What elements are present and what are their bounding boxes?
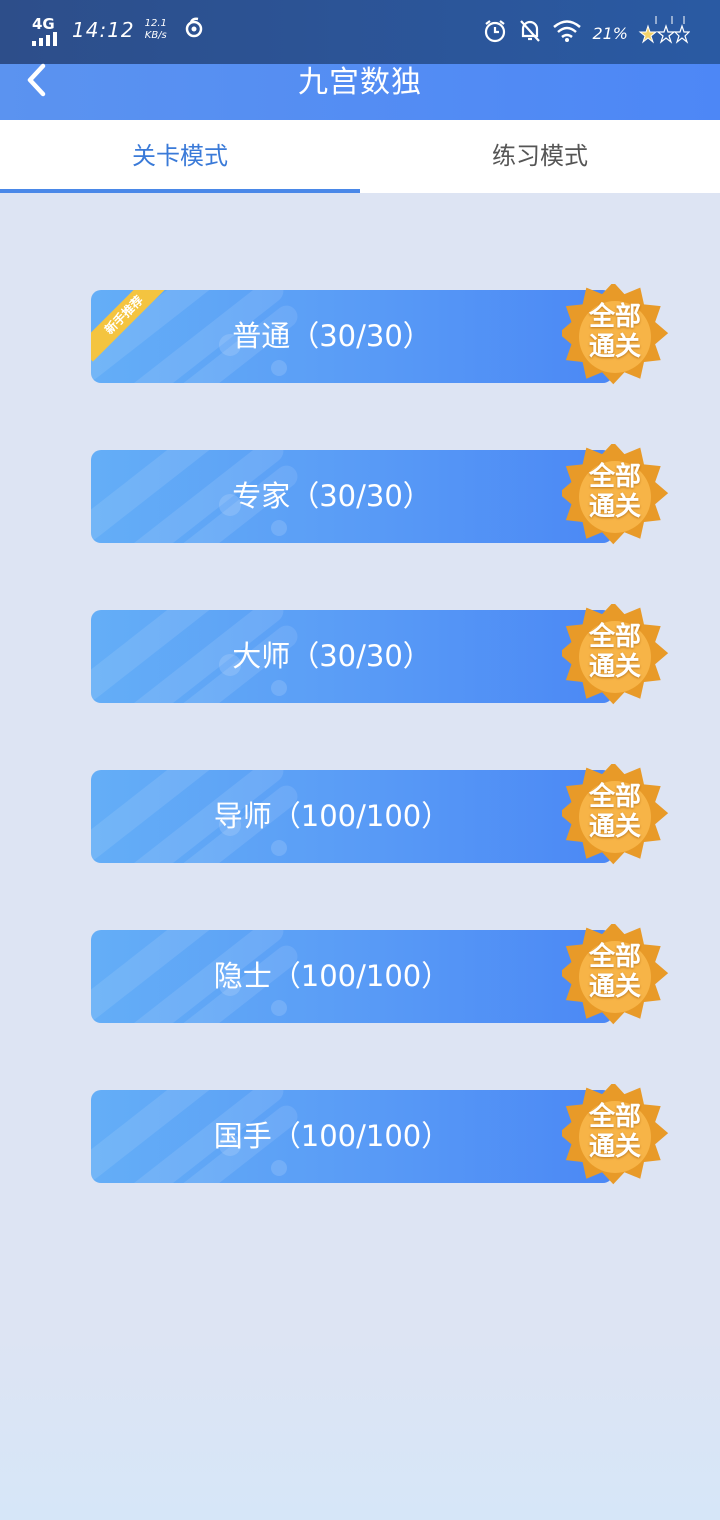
- all-cleared-badge: 全部 通关: [562, 1084, 672, 1194]
- stars-decoration-icon: [638, 16, 691, 50]
- app-header: 九宫数独: [0, 63, 720, 120]
- badge-line-2: 通关: [588, 1132, 641, 1162]
- level-label: 国手（100/100）: [213, 1119, 451, 1153]
- wifi-icon: [552, 19, 582, 47]
- level-label: 专家（30/30）: [232, 479, 432, 513]
- all-cleared-badge: 全部 通关: [562, 764, 672, 874]
- alarm-icon: [482, 18, 508, 48]
- level-label: 导师（100/100）: [213, 799, 451, 833]
- level-card-master[interactable]: 大师（30/30）: [91, 610, 613, 703]
- app-notification-icon: [183, 17, 205, 43]
- tab-level-mode[interactable]: 关卡模式: [0, 120, 360, 193]
- speed-unit: KB/s: [144, 30, 167, 41]
- level-label: 大师（30/30）: [232, 639, 432, 673]
- badge-line-1: 全部: [588, 782, 641, 812]
- badge-line-1: 全部: [588, 302, 641, 332]
- speed-value: 12.1: [144, 18, 167, 29]
- level-label: 隐士（100/100）: [213, 959, 451, 993]
- cellular-signal-icon: 4G: [30, 14, 60, 46]
- badge-line-1: 全部: [588, 462, 641, 492]
- tab-practice-mode[interactable]: 练习模式: [360, 120, 720, 193]
- all-cleared-badge: 全部 通关: [562, 284, 672, 394]
- status-bar: 4G 14:12 12.1 KB/s 21%: [0, 0, 720, 64]
- badge-line-2: 通关: [588, 812, 641, 842]
- network-type: 4G: [32, 15, 55, 33]
- badge-line-2: 通关: [588, 972, 641, 1002]
- page-title: 九宫数独: [298, 65, 422, 100]
- badge-line-2: 通关: [588, 652, 641, 682]
- level-card-expert[interactable]: 专家（30/30）: [91, 450, 613, 543]
- level-card-hermit[interactable]: 隐士（100/100）: [91, 930, 613, 1023]
- badge-line-1: 全部: [588, 622, 641, 652]
- all-cleared-badge: 全部 通关: [562, 444, 672, 554]
- all-cleared-badge: 全部 通关: [562, 604, 672, 714]
- mute-notification-icon: [518, 18, 542, 48]
- level-card-mentor[interactable]: 导师（100/100）: [91, 770, 613, 863]
- badge-line-2: 通关: [588, 492, 641, 522]
- badge-line-1: 全部: [588, 942, 641, 972]
- all-cleared-badge: 全部 通关: [562, 924, 672, 1034]
- active-tab-indicator: [0, 189, 360, 193]
- clock: 14:12: [72, 18, 135, 42]
- network-speed: 12.1 KB/s: [145, 18, 167, 42]
- level-card-grandmaster[interactable]: 国手（100/100）: [91, 1090, 613, 1183]
- mode-tabs: 关卡模式 练习模式: [0, 120, 720, 193]
- level-card-normal[interactable]: 新手推荐 普通（30/30）: [91, 290, 613, 383]
- level-label: 普通（30/30）: [232, 319, 432, 353]
- badge-line-1: 全部: [588, 1102, 641, 1132]
- battery-level: 21%: [592, 23, 628, 43]
- badge-line-2: 通关: [588, 332, 641, 362]
